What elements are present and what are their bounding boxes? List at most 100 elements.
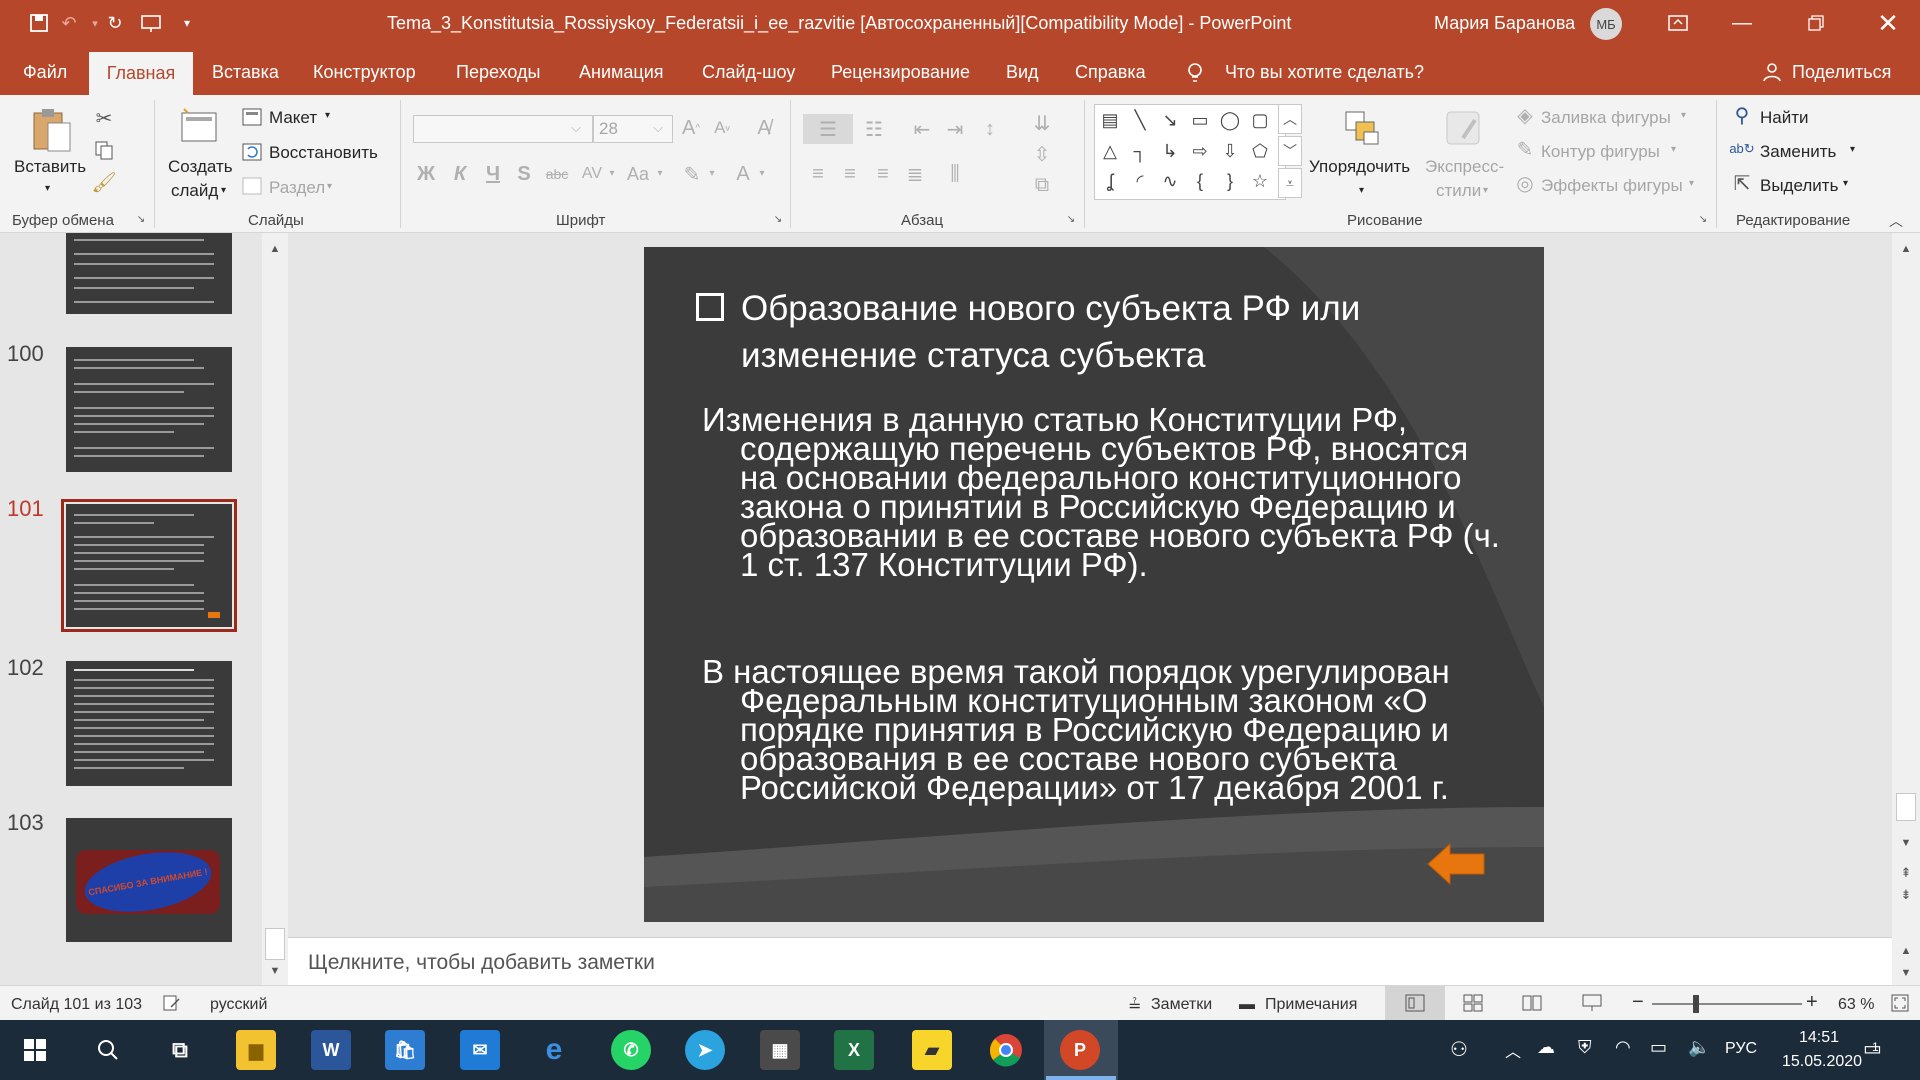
tab-review[interactable]: Рецензирование (831, 62, 970, 83)
thumbnail-scrollbar[interactable]: ▲ ▼ (262, 233, 288, 985)
rounded-rectangle-icon[interactable]: ▢ (1247, 107, 1273, 133)
scroll-down-icon[interactable]: ▼ (1896, 833, 1916, 853)
find-icon[interactable]: ⚲ (1731, 104, 1753, 127)
increase-font-icon[interactable]: A ^ (679, 116, 703, 140)
clock-date[interactable]: 15.05.2020 (1782, 1053, 1862, 1071)
minimize-icon[interactable]: — (1727, 8, 1757, 38)
windows-start-icon[interactable] (15, 1030, 55, 1070)
paste-button[interactable]: Вставить (14, 157, 86, 177)
tab-slideshow[interactable]: Слайд-шоу (702, 62, 795, 83)
zoom-level[interactable]: 63 % (1838, 996, 1874, 1014)
slide-title[interactable]: Образование нового субъекта РФ или измен… (696, 285, 1496, 379)
font-name-dropdown-icon[interactable]: ⌵ (566, 118, 586, 138)
notes-placeholder[interactable]: Щелкните, чтобы добавить заметки (308, 951, 655, 975)
new-slide-dropdown-icon[interactable]: ▾ (221, 185, 226, 196)
tell-me-search[interactable]: Что вы хотите сделать? (1225, 62, 1424, 83)
char-spacing-button[interactable]: AV (578, 162, 606, 186)
fit-to-window-icon[interactable] (1890, 993, 1910, 1018)
slide-thumbnail[interactable]: СПАСИБО ЗА ВНИМАНИЕ ! (66, 818, 232, 942)
section-dropdown-icon[interactable]: ▾ (327, 181, 332, 192)
triangle-icon[interactable]: △ (1097, 138, 1123, 164)
copy-icon[interactable] (92, 138, 116, 162)
file-explorer-icon[interactable]: ▆ (236, 1030, 276, 1070)
normal-view-button[interactable] (1385, 986, 1445, 1020)
tab-file[interactable]: Файл (23, 62, 67, 83)
tab-view[interactable]: Вид (1006, 62, 1039, 83)
zoom-in-icon[interactable]: + (1806, 991, 1818, 1014)
tab-animation[interactable]: Анимация (579, 62, 664, 83)
decrease-font-icon[interactable]: Av (710, 116, 734, 140)
slide-paragraph-2[interactable]: В настоящее время такой порядок урегулир… (702, 655, 1502, 804)
undo-dropdown-icon[interactable]: ▾ (84, 12, 106, 34)
reset-button[interactable]: Восстановить (269, 143, 378, 163)
elbow-connector-icon[interactable]: ┐ (1127, 138, 1153, 164)
elbow-arrow-icon[interactable]: ↳ (1157, 138, 1183, 164)
oval-icon[interactable]: ◯ (1217, 107, 1243, 133)
justify-icon[interactable]: ≣ (902, 162, 928, 186)
new-slide-label-2[interactable]: слайд (171, 181, 218, 201)
curve-icon[interactable]: ∿ (1157, 168, 1183, 194)
tab-design[interactable]: Конструктор (313, 62, 416, 83)
tab-insert[interactable]: Вставка (212, 62, 279, 83)
volume-icon[interactable]: 🔈 (1688, 1037, 1710, 1058)
wifi-icon[interactable]: ◠ (1615, 1037, 1631, 1058)
shape-outline-dropdown-icon[interactable]: ▾ (1671, 144, 1676, 155)
columns-icon[interactable]: ⫼ (942, 162, 968, 186)
next-slide-icon[interactable]: ⇟ (1896, 885, 1916, 905)
smartart-icon[interactable]: ⧉ (1027, 172, 1057, 198)
people-icon[interactable]: ⚇ (1450, 1037, 1468, 1062)
change-case-button[interactable]: Aa (623, 162, 653, 186)
align-text-icon[interactable]: ⇳ (1027, 141, 1057, 167)
highlight-dropdown-icon[interactable]: ▾ (706, 166, 718, 180)
task-view-icon[interactable]: ⧉ (160, 1030, 200, 1070)
strikethrough-button[interactable]: abc (543, 162, 571, 186)
layout-icon[interactable] (241, 106, 263, 128)
zoom-slider-track[interactable] (1652, 1003, 1802, 1005)
edge-icon[interactable]: e (534, 1030, 574, 1070)
gallery-more-icon[interactable]: ⩡ (1278, 168, 1302, 198)
paragraph-launcher-icon[interactable]: ↘ (1064, 212, 1078, 226)
slide-sorter-icon[interactable] (1463, 994, 1483, 1017)
shape-effects-icon[interactable]: ◎ (1514, 172, 1536, 195)
battery-icon[interactable]: ▭ (1650, 1037, 1667, 1058)
scroll-thumb[interactable] (265, 928, 285, 960)
notes-pane[interactable]: Щелкните, чтобы добавить заметки (288, 937, 1892, 985)
scroll-down-icon[interactable]: ▼ (265, 961, 285, 981)
clear-formatting-icon[interactable]: A̸ (752, 116, 776, 140)
gallery-down-icon[interactable]: ﹀ (1278, 136, 1302, 166)
font-color-button[interactable]: A (731, 162, 755, 186)
tab-help[interactable]: Справка (1075, 62, 1146, 83)
reset-icon[interactable] (241, 141, 263, 163)
avatar[interactable]: МБ (1590, 8, 1622, 40)
decrease-indent-icon[interactable]: ⇤ (907, 116, 937, 142)
line-icon[interactable]: ╲ (1127, 107, 1153, 133)
excel-icon[interactable]: X (834, 1030, 874, 1070)
clipboard-launcher-icon[interactable]: ↘ (134, 212, 148, 226)
increase-indent-icon[interactable]: ⇥ (940, 116, 970, 142)
cut-icon[interactable]: ✂ (92, 106, 116, 130)
scroll-down-icon[interactable]: ▼ (1896, 963, 1916, 983)
input-language-indicator[interactable]: РУС (1725, 1040, 1757, 1058)
whatsapp-icon[interactable]: ✆ (611, 1030, 651, 1070)
zoom-slider-thumb[interactable] (1693, 995, 1699, 1013)
right-brace-icon[interactable]: } (1217, 168, 1243, 194)
rectangle-icon[interactable]: ▭ (1187, 107, 1213, 133)
shadow-button[interactable]: S (512, 162, 536, 186)
arrange-button[interactable]: Упорядочить (1309, 157, 1410, 177)
mail-icon[interactable]: ✉ (460, 1030, 500, 1070)
text-box-icon[interactable]: ▤ (1097, 107, 1123, 133)
customize-qat-icon[interactable]: ▾ (176, 12, 198, 34)
tab-transitions[interactable]: Переходы (456, 62, 540, 83)
onedrive-icon[interactable]: ☁ (1537, 1037, 1555, 1058)
line-arrow-icon[interactable]: ↘ (1157, 107, 1183, 133)
search-icon[interactable] (88, 1030, 128, 1070)
reading-view-icon[interactable] (1522, 994, 1542, 1017)
align-center-icon[interactable]: ≡ (837, 162, 863, 186)
lightbulb-icon[interactable] (1186, 62, 1204, 89)
person-icon[interactable] (1762, 62, 1782, 87)
format-painter-icon[interactable]: 🖌 (91, 170, 116, 194)
drawing-launcher-icon[interactable]: ↘ (1696, 212, 1710, 226)
star-icon[interactable]: ☆ (1247, 168, 1273, 194)
store-icon[interactable]: 🛍 (385, 1030, 425, 1070)
replace-dropdown-icon[interactable]: ▾ (1850, 144, 1855, 155)
